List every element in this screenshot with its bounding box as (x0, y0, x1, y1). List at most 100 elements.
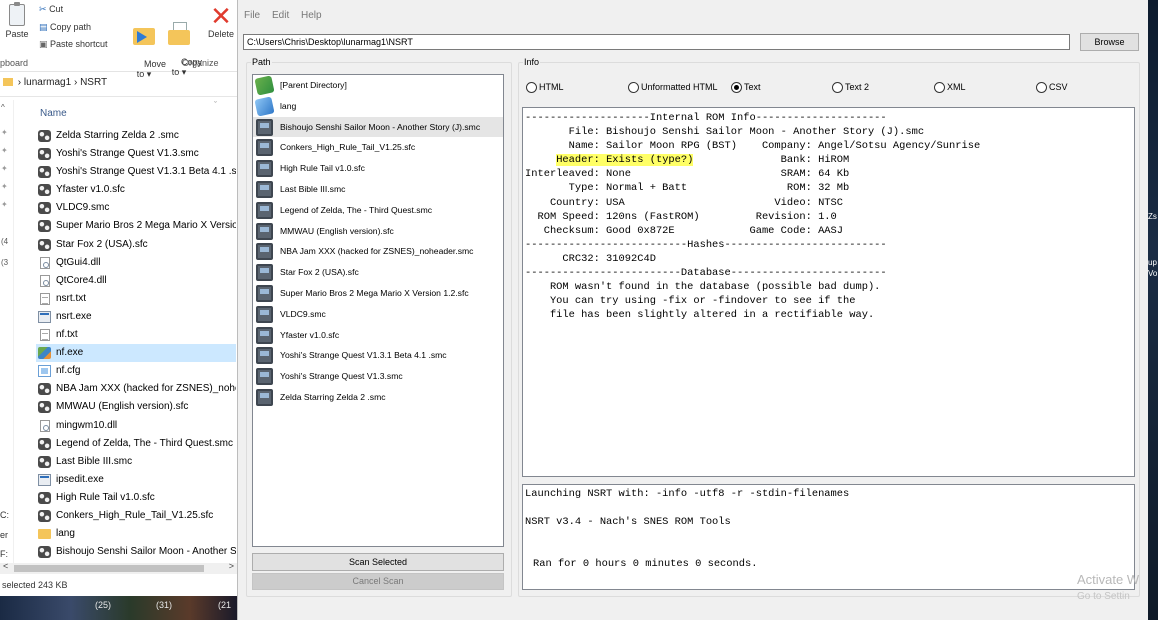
explorer-file-row[interactable]: Yfaster v1.0.sfc (36, 181, 236, 199)
copy-path-label: Copy path (50, 22, 92, 32)
rom-list-item[interactable]: MMWAU (English version).sfc (253, 221, 503, 242)
explorer-file-row[interactable]: Super Mario Bros 2 Mega Mario X Version (36, 217, 236, 235)
rom-list-item[interactable]: Legend of Zelda, The - Third Quest.smc (253, 200, 503, 221)
scan-selected-button[interactable]: Scan Selected (252, 553, 504, 571)
drive-label[interactable]: C: (0, 510, 9, 520)
paste-shortcut-button[interactable]: ▣ Paste shortcut (39, 39, 108, 50)
rom-list-item-label: NBA Jam XXX (hacked for ZSNES)_noheader.… (280, 246, 474, 257)
explorer-file-row[interactable]: lang (36, 525, 236, 543)
log-output[interactable]: Launching NSRT with: -info -utf8 -r -std… (522, 484, 1135, 590)
drive-label[interactable]: er (0, 530, 8, 540)
taskbar-item[interactable]: (31) (156, 600, 172, 610)
format-radio-xml[interactable]: XML (934, 82, 966, 93)
copy-to-icon (168, 22, 190, 46)
explorer-file-row[interactable]: Conkers_High_Rule_Tail_V1.25.sfc (36, 507, 236, 525)
rom-list-item[interactable]: Star Fox 2 (USA).sfc (253, 262, 503, 283)
rom-list-item-label: MMWAU (English version).sfc (280, 225, 394, 236)
scroll-left-arrow-icon[interactable]: < (3, 561, 8, 571)
explorer-file-name: QtGui4.dll (56, 256, 101, 268)
rom-list-item[interactable]: Yoshi's Strange Quest V1.3.smc (253, 366, 503, 387)
browse-button[interactable]: Browse (1080, 33, 1139, 51)
menu-help[interactable]: Help (301, 10, 322, 21)
taskbar-item[interactable]: (21 (218, 600, 231, 610)
path-input[interactable]: C:\Users\Chris\Desktop\lunarmag1\NSRT (243, 34, 1070, 50)
nav-count: (3 (1, 258, 9, 267)
paste-button[interactable]: Paste (4, 2, 30, 39)
explorer-file-row[interactable]: Yoshi's Strange Quest V1.3.1 Beta 4.1 .s… (36, 163, 236, 181)
name-column-header[interactable]: Name ˇ (0, 100, 237, 122)
explorer-horizontal-scrollbar[interactable]: < > (0, 561, 237, 574)
explorer-file-row[interactable]: nf.cfg (36, 362, 236, 380)
snes-game-icon (38, 202, 51, 215)
menu-edit[interactable]: Edit (272, 10, 289, 21)
rom-list-item[interactable]: VLDC9.smc (253, 304, 503, 325)
rom-file-list[interactable]: [Parent Directory] lang Bishoujo Senshi Sa… (252, 74, 504, 547)
snes-cartridge-icon (256, 180, 273, 198)
format-radio-text-2[interactable]: Text 2 (832, 82, 869, 93)
explorer-file-name: Legend of Zelda, The - Third Quest.smc (56, 437, 233, 449)
explorer-file-row[interactable]: Yoshi's Strange Quest V1.3.smc (36, 145, 236, 163)
explorer-file-name: nf.exe (56, 347, 84, 359)
explorer-file-name: Yoshi's Strange Quest V1.3.smc (56, 148, 199, 160)
scroll-right-arrow-icon[interactable]: > (229, 561, 234, 571)
copy-to-button[interactable]: Copy to ▾ (166, 2, 202, 87)
rom-info-output[interactable]: --------------------Internal ROM Info---… (522, 107, 1135, 477)
format-radio-csv[interactable]: CSV (1036, 82, 1068, 93)
cut-button[interactable]: ✂ Cut (39, 4, 63, 15)
explorer-file-row[interactable]: QtGui4.dll (36, 254, 236, 272)
explorer-address-bar[interactable]: › lunarmag1 › NSRT (0, 77, 237, 97)
explorer-file-name: VLDC9.smc (56, 202, 110, 214)
rom-list-item[interactable]: [Parent Directory] (253, 75, 503, 96)
explorer-file-row[interactable]: Last Bible III.smc (36, 453, 236, 471)
file-explorer-window: Paste ✂ Cut ▤ Copy path ▣ Paste shortcut… (0, 0, 237, 620)
application-icon (38, 347, 51, 360)
rom-list-item[interactable]: Super Mario Bros 2 Mega Mario X Version … (253, 283, 503, 304)
explorer-file-row[interactable]: nf.txt (36, 326, 236, 344)
rom-list-item[interactable]: NBA Jam XXX (hacked for ZSNES)_noheader.… (253, 241, 503, 262)
highlighted-text: Header: Exists (type?) (556, 154, 694, 167)
explorer-file-name: nsrt.txt (56, 292, 87, 304)
explorer-file-row[interactable]: NBA Jam XXX (hacked for ZSNES)_nohead (36, 380, 236, 398)
copy-path-icon: ▤ (39, 22, 48, 32)
explorer-file-row[interactable]: nsrt.txt (36, 290, 236, 308)
explorer-file-row[interactable]: QtCore4.dll (36, 272, 236, 290)
text-file-icon (40, 292, 50, 305)
explorer-file-row[interactable]: High Rule Tail v1.0.sfc (36, 489, 236, 507)
background-window-edge: Zs up Vo (1148, 0, 1158, 620)
rom-list-item[interactable]: Bishoujo Senshi Sailor Moon - Another St… (253, 116, 503, 138)
format-radio-text[interactable]: Text (731, 82, 761, 93)
info-line: Interleaved: None SRAM: 64 Kb (525, 168, 850, 181)
copy-path-button[interactable]: ▤ Copy path (39, 22, 91, 33)
format-radio-html[interactable]: HTML (526, 82, 564, 93)
snes-game-icon (38, 455, 51, 468)
scrollbar-thumb[interactable] (14, 565, 204, 572)
rom-list-item[interactable]: Yfaster v1.0.sfc (253, 325, 503, 346)
cancel-scan-button[interactable]: Cancel Scan (252, 573, 504, 590)
explorer-file-row[interactable]: Zelda Starring Zelda 2 .smc (36, 127, 236, 145)
breadcrumb-nsrt[interactable]: NSRT (80, 77, 107, 88)
delete-button[interactable]: ✕ Delete (205, 3, 237, 39)
log-line: Launching NSRT with: -info -utf8 -r -std… (525, 488, 850, 500)
format-radio-unformatted-html[interactable]: Unformatted HTML (628, 82, 718, 93)
rom-list-item-label: Last Bible III.smc (280, 183, 346, 194)
explorer-file-name: Conkers_High_Rule_Tail_V1.25.sfc (56, 509, 214, 521)
explorer-file-row[interactable]: Legend of Zelda, The - Third Quest.smc (36, 435, 236, 453)
explorer-file-row[interactable]: Bishoujo Senshi Sailor Moon - Another St (36, 543, 236, 561)
menu-file[interactable]: File (244, 10, 260, 21)
rom-list-item[interactable]: Zelda Starring Zelda 2 .smc (253, 387, 503, 408)
rom-list-item[interactable]: lang (253, 96, 503, 117)
taskbar-item[interactable]: (25) (95, 600, 111, 610)
rom-list-item[interactable]: Conkers_High_Rule_Tail_V1.25.sfc (253, 137, 503, 158)
explorer-file-row[interactable]: Star Fox 2 (USA).sfc (36, 236, 236, 254)
explorer-file-row[interactable]: nf.exe (36, 344, 236, 363)
explorer-file-row[interactable]: MMWAU (English version).sfc (36, 398, 236, 416)
rom-list-item[interactable]: High Rule Tail v1.0.sfc (253, 158, 503, 179)
explorer-file-row[interactable]: ipsedit.exe (36, 471, 236, 489)
explorer-file-row[interactable]: nsrt.exe (36, 308, 236, 326)
explorer-file-row[interactable]: mingwm10.dll (36, 417, 236, 435)
drive-label[interactable]: F: (0, 549, 8, 559)
explorer-file-row[interactable]: VLDC9.smc (36, 199, 236, 217)
rom-list-item[interactable]: Last Bible III.smc (253, 179, 503, 200)
rom-list-item[interactable]: Yoshi's Strange Quest V1.3.1 Beta 4.1 .s… (253, 345, 503, 366)
breadcrumb-lunarmag1[interactable]: lunarmag1 (24, 77, 71, 88)
